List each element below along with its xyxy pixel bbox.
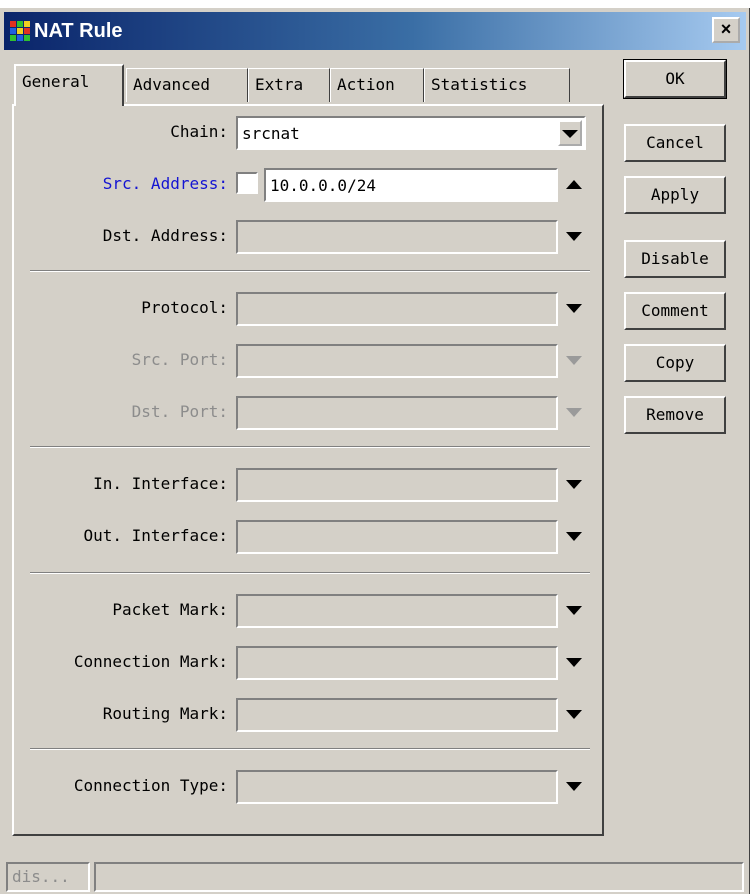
protocol-row: Protocol: <box>14 290 604 326</box>
disable-button[interactable]: Disable <box>624 240 726 278</box>
packet-mark-row: Packet Mark: <box>14 592 604 628</box>
out-interface-row: Out. Interface: <box>14 518 604 554</box>
connection-mark-row: Connection Mark: <box>14 644 604 680</box>
close-button[interactable]: × <box>712 17 740 43</box>
packet-mark-input[interactable] <box>236 594 558 628</box>
src-address-value: 10.0.0.0/24 <box>270 176 376 195</box>
src-port-row: Src. Port: <box>14 342 604 378</box>
in-interface-input[interactable] <box>236 468 558 502</box>
separator <box>30 748 590 750</box>
comment-button[interactable]: Comment <box>624 292 726 330</box>
connection-type-input[interactable] <box>236 770 558 804</box>
apply-button[interactable]: Apply <box>624 176 726 214</box>
src-address-input[interactable]: 10.0.0.0/24 <box>264 168 558 202</box>
dst-port-label: Dst. Port: <box>131 402 228 421</box>
separator <box>30 446 590 448</box>
chain-label: Chain: <box>170 122 228 141</box>
status-message-cell <box>94 862 744 892</box>
separator <box>30 572 590 574</box>
src-address-negate-checkbox[interactable] <box>236 172 258 194</box>
title-bar[interactable]: NAT Rule × <box>4 12 746 50</box>
in-interface-row: In. Interface: <box>14 466 604 502</box>
out-interface-input[interactable] <box>236 520 558 554</box>
chain-row: Chain: srcnat <box>14 114 604 150</box>
general-tab-panel: Chain: srcnat Src. Address: 10.0.0.0/24 … <box>12 104 604 836</box>
chain-dropdown-button[interactable] <box>558 120 582 146</box>
connection-type-label: Connection Type: <box>73 776 228 795</box>
winbox-app-icon <box>10 21 30 41</box>
connection-mark-input[interactable] <box>236 646 558 680</box>
tab-action[interactable]: Action <box>330 68 424 102</box>
src-port-input <box>236 344 558 378</box>
connection-type-row: Connection Type: <box>14 768 604 804</box>
nat-rule-window: NAT Rule × General Advanced Extra Action… <box>0 8 750 894</box>
in-interface-label: In. Interface: <box>93 474 228 493</box>
separator <box>30 270 590 272</box>
copy-button[interactable]: Copy <box>624 344 726 382</box>
cancel-button[interactable]: Cancel <box>624 124 726 162</box>
src-port-label: Src. Port: <box>131 350 228 369</box>
chain-select[interactable]: srcnat <box>236 116 586 150</box>
dst-address-input[interactable] <box>236 220 558 254</box>
routing-mark-label: Routing Mark: <box>102 704 228 723</box>
protocol-input[interactable] <box>236 292 558 326</box>
src-address-row: Src. Address: 10.0.0.0/24 <box>14 166 604 202</box>
remove-button[interactable]: Remove <box>624 396 726 434</box>
dst-port-input <box>236 396 558 430</box>
protocol-label: Protocol: <box>141 298 228 317</box>
routing-mark-input[interactable] <box>236 698 558 732</box>
dst-address-row: Dst. Address: <box>14 218 604 254</box>
status-bar: dis... <box>6 862 746 896</box>
tab-extra[interactable]: Extra <box>248 68 330 102</box>
src-address-label[interactable]: Src. Address: <box>103 174 228 193</box>
tab-general[interactable]: General <box>14 64 124 106</box>
dst-port-row: Dst. Port: <box>14 394 604 430</box>
chain-value: srcnat <box>242 124 300 143</box>
packet-mark-label: Packet Mark: <box>112 600 228 619</box>
status-enabled-cell: dis... <box>6 862 90 892</box>
tab-advanced[interactable]: Advanced <box>126 68 248 102</box>
routing-mark-row: Routing Mark: <box>14 696 604 732</box>
ok-button[interactable]: OK <box>623 59 727 99</box>
dst-address-label: Dst. Address: <box>102 226 228 245</box>
out-interface-label: Out. Interface: <box>83 526 229 545</box>
tab-statistics[interactable]: Statistics <box>424 68 570 102</box>
chevron-down-icon <box>562 130 578 138</box>
connection-mark-label: Connection Mark: <box>73 652 228 671</box>
window-title: NAT Rule <box>34 20 123 42</box>
